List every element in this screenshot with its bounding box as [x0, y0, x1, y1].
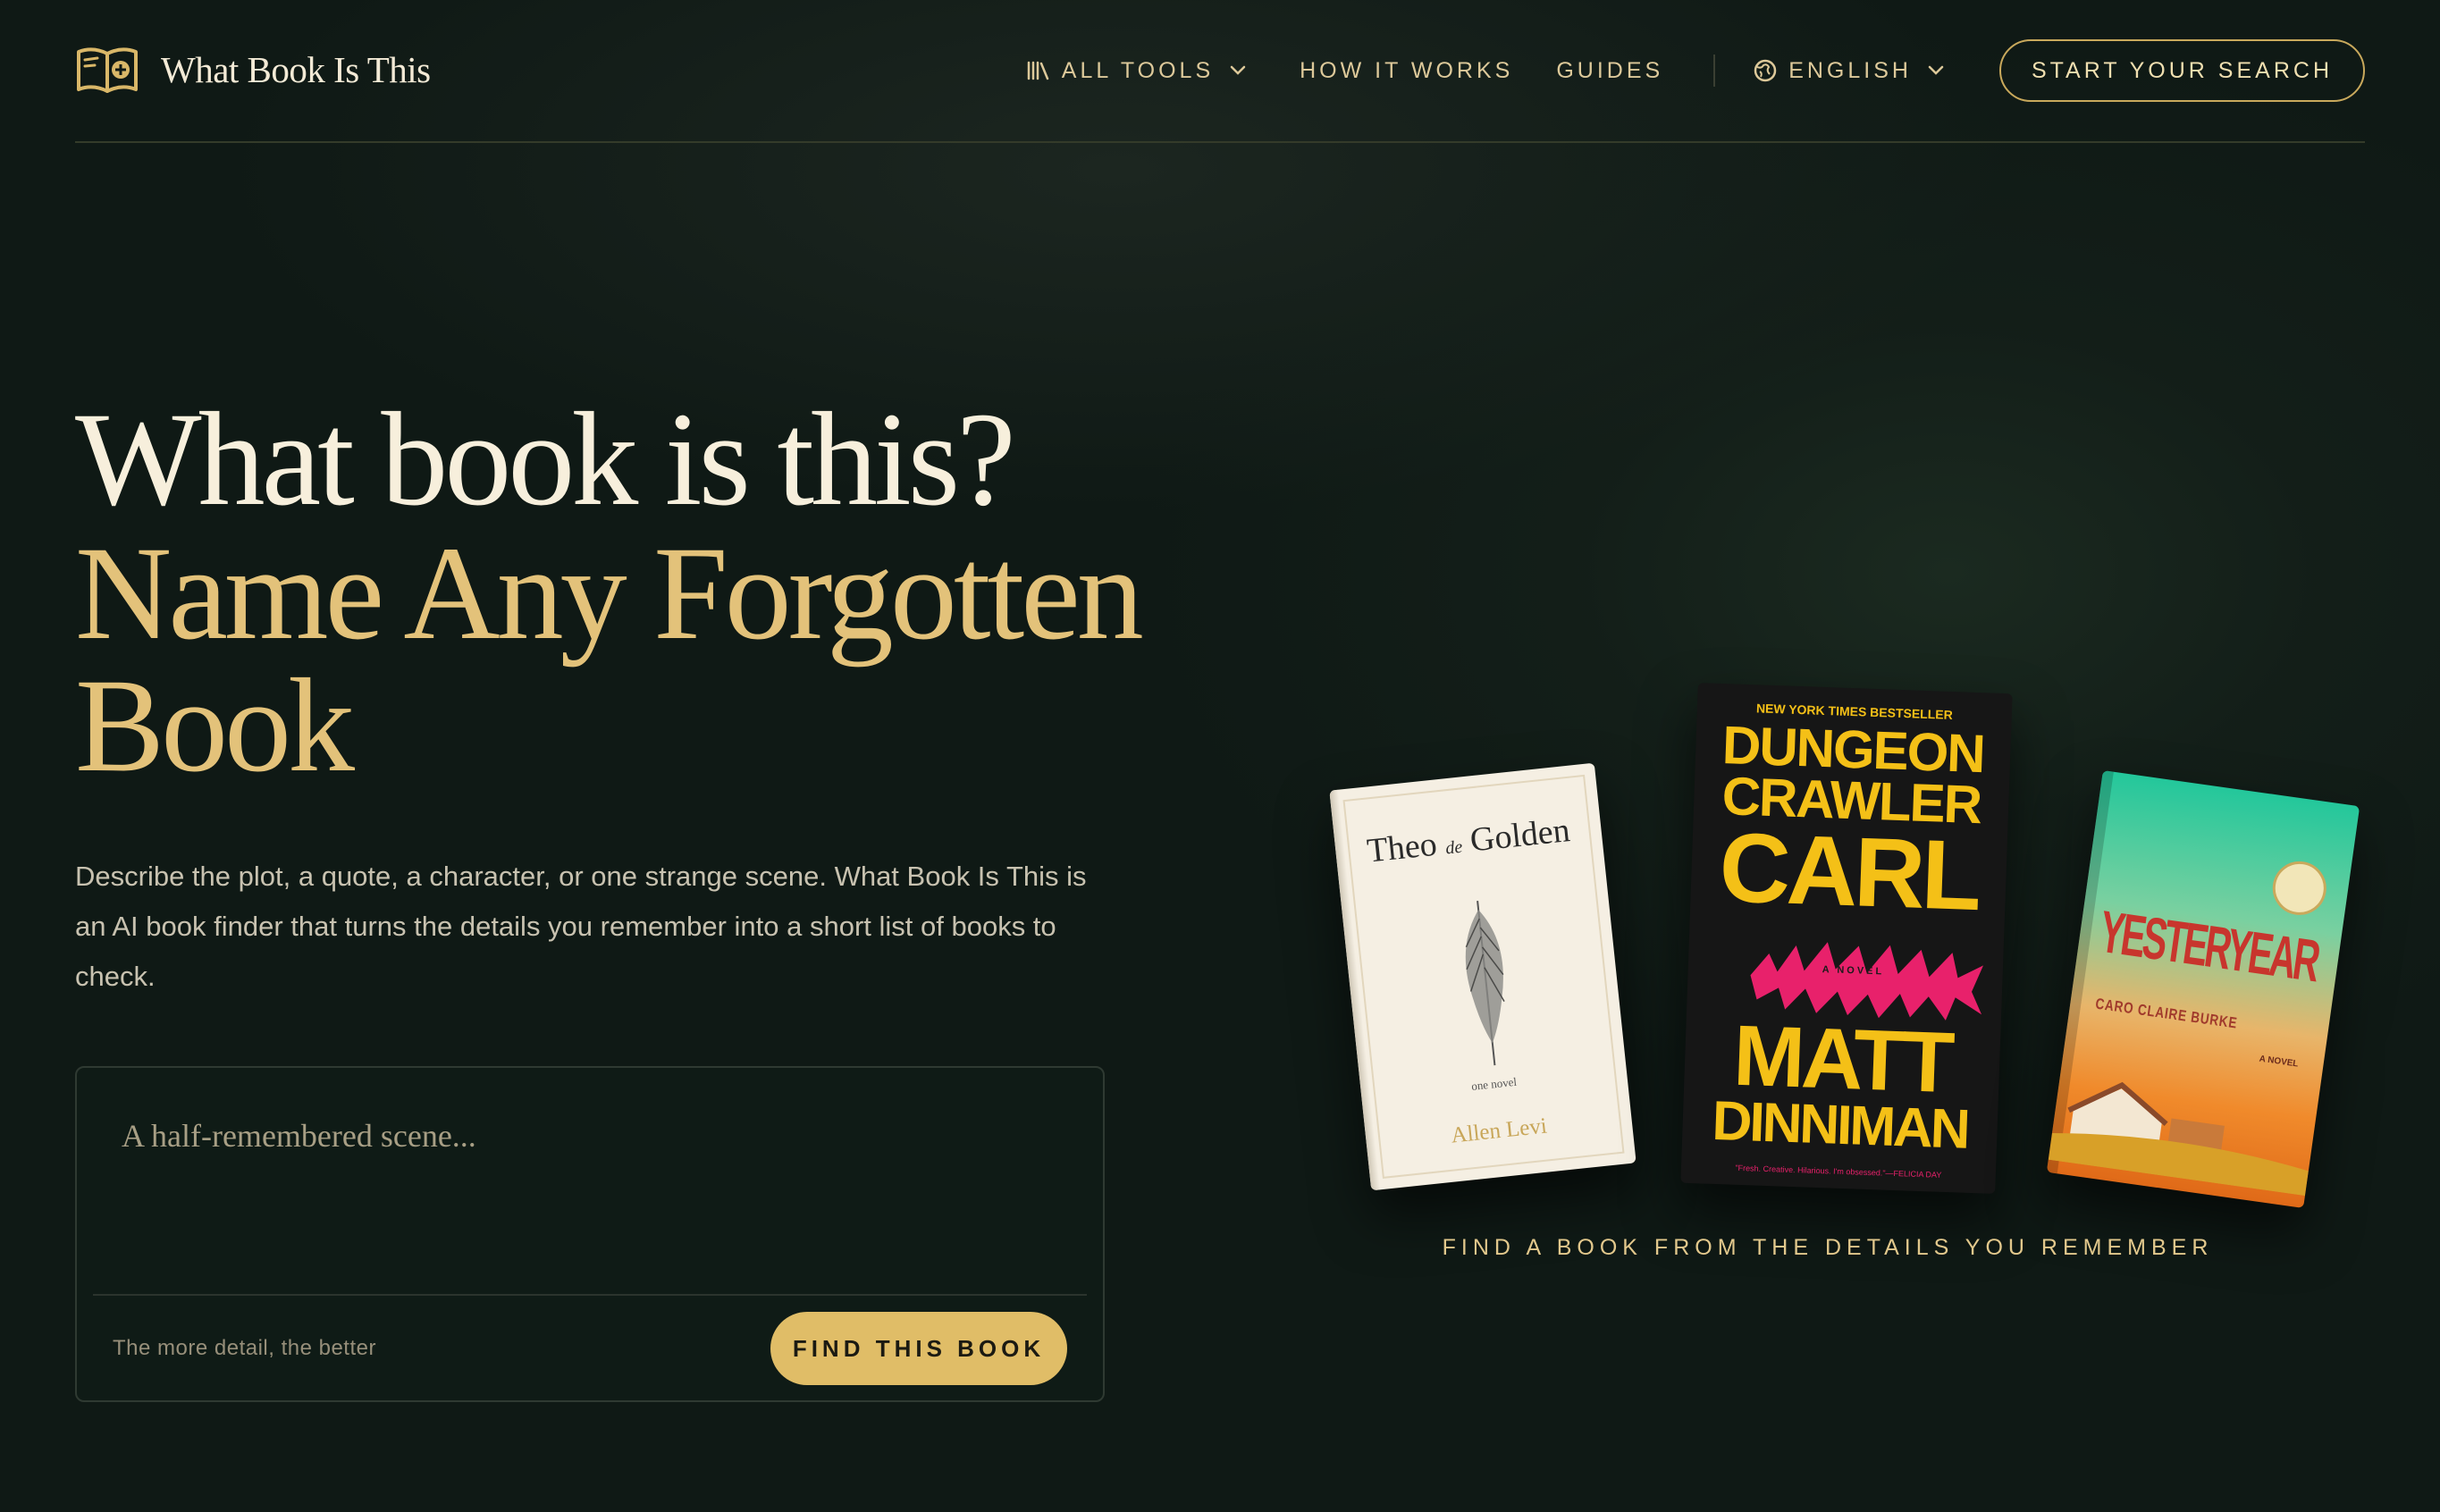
- nav-guides[interactable]: Guides: [1556, 58, 1663, 84]
- books-caption: Find a book from the details you remembe…: [1442, 1235, 2214, 1260]
- brand-logo[interactable]: What Book Is This: [75, 45, 431, 95]
- nav-divider: [1713, 55, 1716, 87]
- hero-title: What book is this?: [75, 385, 1016, 533]
- book-cover-theo-de-golden: Theo de Golden one novel Allen Levi: [1329, 762, 1636, 1191]
- book-cover-dungeon-crawler-carl: NEW YORK TIMES BESTSELLER DUNGEON CRAWLE…: [1680, 683, 2013, 1194]
- yesteryear-author: CARO CLAIRE BURKE: [2094, 995, 2239, 1032]
- hero-subtitle: Name Any Forgotten Book: [75, 519, 1144, 800]
- theo-title-b: de: [1444, 836, 1464, 859]
- farmhouse-illustration: [2048, 1081, 2309, 1197]
- nav-how-it-works[interactable]: How It Works: [1300, 58, 1513, 84]
- chevron-down-icon: [1928, 65, 1944, 75]
- hero-description: Describe the plot, a quote, a character,…: [75, 861, 1087, 992]
- carl-tag: A NOVEL: [1822, 964, 1885, 978]
- main-nav: All Tools How It Works Guides English St…: [1026, 38, 2365, 103]
- book-covers: Theo de Golden one novel Allen Levi NEW …: [1305, 661, 2404, 1242]
- carl-title-3: CARL: [1717, 812, 1981, 932]
- carl-quote: "Fresh. Creative. Hilarious. I'm obsesse…: [1735, 1163, 1942, 1180]
- site-header: What Book Is This All Tools How It Works…: [75, 0, 2365, 143]
- library-icon: [1027, 61, 1049, 80]
- nav-all-tools-label: All Tools: [1061, 57, 1215, 83]
- book-cover-yesteryear: YESTERYEAR CARO CLAIRE BURKE A NOVEL: [2046, 770, 2360, 1208]
- search-divider: [93, 1294, 1087, 1296]
- find-book-button[interactable]: Find This Book: [770, 1312, 1067, 1385]
- carl-author-2: DINNIMAN: [1711, 1090, 1969, 1162]
- language-selector[interactable]: English: [1753, 58, 1946, 84]
- search-panel: The more detail, the better Find This Bo…: [75, 1066, 1105, 1402]
- chevron-down-icon: [1230, 65, 1246, 75]
- language-label: English: [1788, 57, 1912, 83]
- open-book-icon: [77, 47, 138, 93]
- start-search-button[interactable]: Start Your Search: [1998, 39, 2365, 102]
- yesteryear-tag: A NOVEL: [2258, 1054, 2300, 1070]
- search-input[interactable]: [120, 1116, 1053, 1155]
- nav-all-tools[interactable]: All Tools: [1026, 58, 1248, 84]
- search-hint: The more detail, the better: [113, 1336, 376, 1360]
- brand-name: What Book Is This: [161, 49, 431, 90]
- award-seal-icon: [2268, 858, 2330, 919]
- globe-icon: [1754, 59, 1777, 82]
- theo-title-a: Theo: [1365, 825, 1439, 870]
